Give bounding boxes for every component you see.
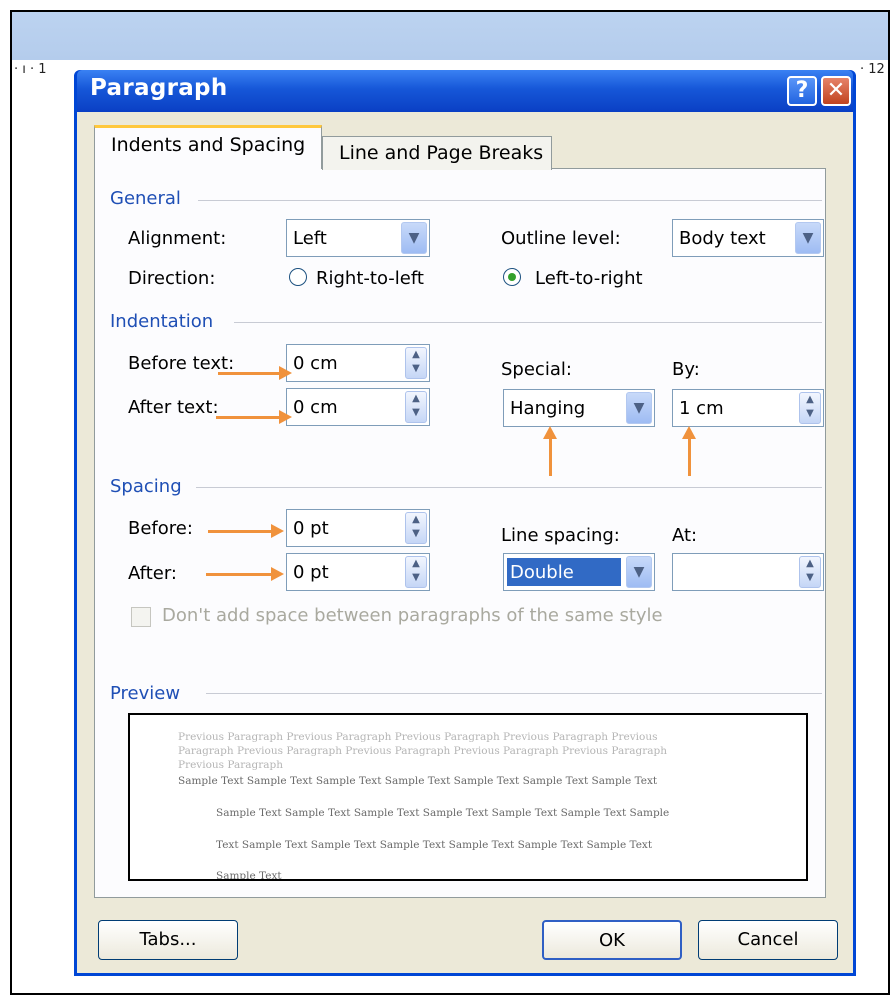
spacing-before-label: Before: [128,518,193,539]
by-input[interactable]: 1 cm ▲ ▼ [672,389,824,427]
radio-right-to-left-label[interactable]: Right-to-left [316,268,424,289]
annotation-arrow-right [216,410,292,424]
after-text-label: After text: [128,397,219,418]
close-icon: ✕ [826,78,846,103]
divider [206,693,822,694]
divider [234,322,822,323]
close-button[interactable]: ✕ [821,76,851,106]
tab-label: Line and Page Breaks [339,142,544,164]
preview-previous-line: Paragraph Previous Paragraph Previous Pa… [178,745,668,757]
spinner-icon[interactable]: ▲ ▼ [405,512,427,544]
outline-level-value: Body text [679,228,766,249]
chevron-down-icon[interactable]: ▼ [401,222,427,254]
radio-left-to-right[interactable] [503,268,521,286]
after-text-value: 0 cm [293,397,338,418]
ruler-right: · 12 [860,62,885,77]
line-spacing-value: Double [510,562,574,583]
help-button[interactable]: ? [787,76,817,106]
tabs-button[interactable]: Tabs... [98,920,238,960]
alignment-label: Alignment: [128,228,227,249]
tab-indents-and-spacing[interactable]: Indents and Spacing [94,125,322,169]
section-spacing: Spacing [110,476,182,497]
spacing-after-label: After: [128,563,177,584]
radio-selected-dot [508,273,516,281]
direction-label: Direction: [128,268,216,289]
alignment-value: Left [293,228,327,249]
section-general: General [110,188,181,209]
ruler-left: · ı · 1 [14,62,47,77]
preview-previous-line: Previous Paragraph [178,759,284,771]
cancel-button[interactable]: Cancel [698,920,838,960]
line-spacing-label: Line spacing: [501,525,620,546]
special-label: Special: [501,359,572,380]
by-label: By: [672,359,700,380]
spacing-after-input[interactable]: 0 pt ▲ ▼ [286,553,430,591]
before-text-input[interactable]: 0 cm ▲ ▼ [286,344,430,382]
ok-button[interactable]: OK [542,920,682,960]
special-select[interactable]: Hanging ▼ [503,389,655,427]
before-text-value: 0 cm [293,353,338,374]
annotation-arrow-right [208,524,284,538]
outline-level-label: Outline level: [501,228,621,249]
chevron-down-icon[interactable]: ▼ [795,222,821,254]
at-label: At: [672,525,698,546]
line-spacing-select[interactable]: Double ▼ [503,553,655,591]
before-text-label: Before text: [128,353,235,374]
section-preview: Preview [110,683,181,704]
preview-box: Previous Paragraph Previous Paragraph Pr… [128,713,808,881]
after-text-input[interactable]: 0 cm ▲ ▼ [286,388,430,426]
divider [198,200,822,201]
spinner-icon[interactable]: ▲ ▼ [405,556,427,588]
spacing-after-value: 0 pt [293,562,329,583]
dont-add-space-checkbox[interactable] [131,607,151,627]
radio-left-to-right-label[interactable]: Left-to-right [535,268,643,289]
annotation-arrow-right [218,366,292,380]
outline-level-select[interactable]: Body text ▼ [672,219,824,257]
chevron-down-icon[interactable]: ▼ [626,556,652,588]
tab-line-and-page-breaks[interactable]: Line and Page Breaks [322,136,552,170]
preview-sample-line: Sample Text [216,870,282,881]
spinner-icon[interactable]: ▲ ▼ [799,392,821,424]
dont-add-space-label: Don't add space between paragraphs of th… [162,605,663,626]
annotation-arrow-right [206,567,284,581]
divider [196,487,822,488]
preview-previous-line: Previous Paragraph Previous Paragraph Pr… [178,731,658,743]
at-input[interactable]: ▲ ▼ [672,553,824,591]
spinner-icon[interactable]: ▲ ▼ [405,391,427,423]
spinner-icon[interactable]: ▲ ▼ [799,556,821,588]
chevron-down-icon[interactable]: ▼ [626,392,652,424]
annotation-arrow-up [682,426,696,476]
preview-sample-line: Sample Text Sample Text Sample Text Samp… [216,807,670,819]
alignment-select[interactable]: Left ▼ [286,219,430,257]
preview-sample-line: Text Sample Text Sample Text Sample Text… [216,839,653,851]
dialog-title: Paragraph [90,75,228,101]
ribbon-area [12,12,888,60]
tab-label: Indents and Spacing [111,134,306,156]
by-value: 1 cm [679,398,724,419]
help-icon: ? [795,78,809,103]
preview-sample-line: Sample Text Sample Text Sample Text Samp… [178,775,658,787]
radio-right-to-left[interactable] [289,268,307,286]
spacing-before-value: 0 pt [293,518,329,539]
spacing-before-input[interactable]: 0 pt ▲ ▼ [286,509,430,547]
special-value: Hanging [510,398,586,419]
section-indentation: Indentation [110,311,214,332]
annotation-arrow-up [543,426,557,476]
spinner-icon[interactable]: ▲ ▼ [405,347,427,379]
